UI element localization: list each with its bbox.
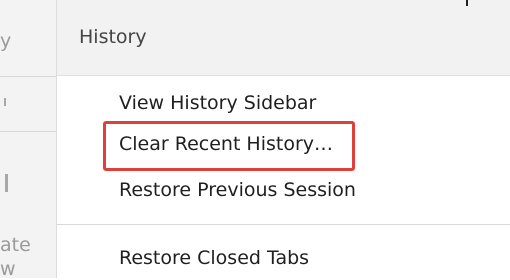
- background-mark: [5, 174, 8, 192]
- background-mark: [4, 98, 6, 106]
- background-window-edge: y ate w: [0, 0, 56, 280]
- background-text-fragment: w: [0, 258, 16, 280]
- menu-separator: [57, 224, 510, 225]
- history-menu: History View History Sidebar Clear Recen…: [56, 0, 510, 278]
- highlight-box: [103, 121, 355, 171]
- menu-header: History: [57, 0, 510, 76]
- menu-header-title: History: [79, 26, 147, 48]
- menu-item-restore-closed-tabs[interactable]: Restore Closed Tabs: [119, 247, 309, 269]
- menu-item-view-history-sidebar[interactable]: View History Sidebar: [119, 92, 316, 114]
- background-text-fragment: ate: [0, 234, 31, 256]
- menu-item-restore-previous-session[interactable]: Restore Previous Session: [119, 179, 356, 201]
- background-divider: [0, 131, 56, 132]
- top-edge-mark: [466, 0, 468, 6]
- background-divider: [0, 76, 56, 77]
- background-text-fragment: y: [0, 30, 12, 52]
